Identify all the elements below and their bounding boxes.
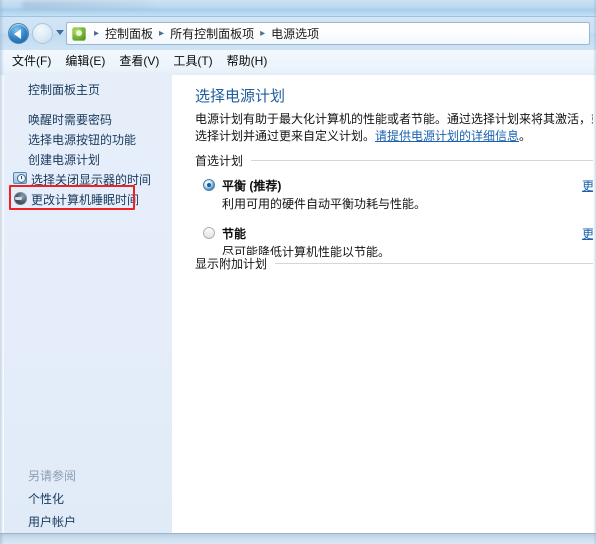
radio-power-saver[interactable]: [203, 227, 215, 239]
change-plan-settings-power-saver-link[interactable]: 更改: [582, 225, 593, 242]
menu-item-help[interactable]: 帮助(H): [227, 52, 268, 69]
radio-balanced[interactable]: [203, 179, 215, 191]
sidebar-item-control-panel-home[interactable]: 控制面板主页: [28, 83, 100, 97]
page-description-period: 。: [519, 129, 532, 143]
sidebar-item-choose-display-off-time[interactable]: 选择关闭显示器的时间: [31, 173, 151, 187]
preferred-plans-heading: 首选计划: [195, 152, 593, 169]
forward-button[interactable]: [32, 23, 53, 44]
sidebar-item-create-power-plan[interactable]: 创建电源计划: [28, 153, 100, 167]
window-left-edge: [0, 0, 4, 544]
power-plan-balanced-description: 利用可用的硬件自动平衡功耗与性能。: [222, 197, 427, 211]
additional-plans-label[interactable]: 显示附加计划: [195, 255, 276, 272]
window-titlebar: [0, 0, 596, 17]
change-plan-settings-balanced-link[interactable]: 更改: [582, 177, 593, 194]
breadcrumb-item-0[interactable]: 控制面板: [104, 25, 154, 42]
power-plan-power-saver-name: 节能: [222, 227, 247, 241]
group-rule: [275, 263, 593, 264]
see-also-heading: 另请参阅: [28, 469, 77, 483]
menu-item-edit[interactable]: 编辑(E): [65, 52, 105, 69]
see-also-item-personalization[interactable]: 个性化: [28, 490, 64, 507]
recent-locations-chevron-down-icon[interactable]: [56, 30, 64, 35]
power-plan-details-link[interactable]: 请提供电源计划的详细信息: [375, 129, 519, 143]
navigation-bar: ▸ 控制面板 ▸ 所有控制面板项 ▸ 电源选项: [0, 17, 596, 50]
moon-sleep-icon: [13, 191, 28, 206]
breadcrumb-item-1[interactable]: 所有控制面板项: [169, 25, 255, 42]
sidebar-item-change-computer-sleep-time[interactable]: 更改计算机睡眠时间: [31, 193, 139, 207]
menu-bar: 文件(F) 编辑(E) 查看(V) 工具(T) 帮助(H): [0, 50, 596, 71]
page-description-tail: 来自定义计划。: [291, 129, 376, 143]
menu-item-file[interactable]: 文件(F): [12, 52, 51, 69]
back-button[interactable]: [8, 23, 29, 44]
monitor-clock-icon: [13, 171, 28, 186]
preferred-plans-label: 首选计划: [195, 152, 252, 169]
back-arrow-icon: [14, 29, 21, 39]
sidebar: 控制面板主页 唤醒时需要密码 选择电源按钮的功能 创建电源计划 选择关闭显示器的…: [4, 75, 172, 533]
additional-plans-heading[interactable]: 显示附加计划: [195, 255, 593, 272]
menu-item-view[interactable]: 查看(V): [119, 52, 159, 69]
breadcrumb-item-2[interactable]: 电源选项: [270, 25, 320, 42]
see-also-item-user-accounts[interactable]: 用户帐户: [28, 513, 76, 530]
additional-plans-group[interactable]: 显示附加计划: [195, 255, 593, 272]
content-area: 控制面板主页 唤醒时需要密码 选择电源按钮的功能 创建电源计划 选择关闭显示器的…: [0, 75, 596, 533]
preferred-plans-group: 首选计划: [195, 152, 593, 169]
control-panel-icon: [71, 26, 87, 42]
titlebar-ghost-content: [22, 1, 152, 9]
page-title: 选择电源计划: [195, 88, 286, 105]
breadcrumb-separator-0: ▸: [94, 28, 100, 39]
page-description: 电源计划有助于最大化计算机的性能或者节能。通过选择计划来将其激活，或选择计划并通…: [195, 111, 593, 145]
main-panel: 选择电源计划 电源计划有助于最大化计算机的性能或者节能。通过选择计划来将其激活，…: [173, 75, 593, 533]
group-rule: [251, 160, 593, 161]
status-bar: [0, 533, 596, 544]
breadcrumb-separator-1: ▸: [159, 28, 165, 39]
address-bar[interactable]: ▸ 控制面板 ▸ 所有控制面板项 ▸ 电源选项: [66, 22, 590, 45]
control-panel-window: ▸ 控制面板 ▸ 所有控制面板项 ▸ 电源选项 文件(F) 编辑(E) 查看(V…: [0, 0, 596, 544]
menu-item-tools[interactable]: 工具(T): [173, 52, 212, 69]
sidebar-item-require-password-on-wakeup[interactable]: 唤醒时需要密码: [28, 113, 112, 127]
sidebar-item-choose-power-button-action[interactable]: 选择电源按钮的功能: [28, 133, 136, 147]
power-plan-balanced-name: 平衡 (推荐): [222, 179, 282, 193]
breadcrumb-separator-2: ▸: [260, 28, 266, 39]
